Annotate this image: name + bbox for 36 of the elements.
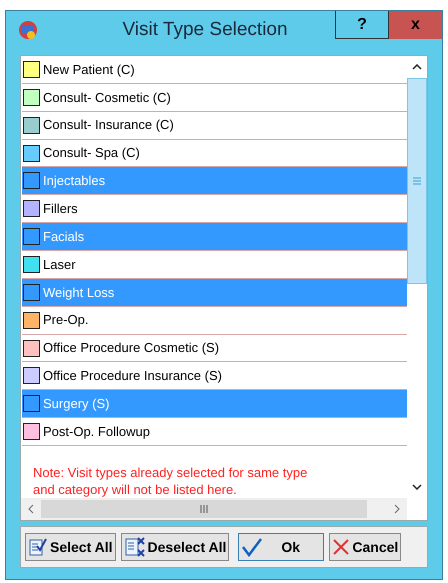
- visit-type-item[interactable]: Consult- Spa (C): [22, 140, 407, 168]
- item-label: Fillers: [43, 200, 78, 218]
- checklist-cross-icon: [124, 536, 146, 558]
- help-button[interactable]: ?: [335, 11, 389, 39]
- item-label: Consult- Insurance (C): [43, 116, 174, 134]
- dialog-button[interactable]: Ok: [238, 533, 324, 561]
- scroll-right-icon[interactable]: [394, 504, 400, 514]
- dialog-button[interactable]: Deselect All: [120, 533, 230, 561]
- checkmark-icon: [241, 537, 264, 557]
- item-label: New Patient (C): [43, 60, 135, 79]
- item-label: Post-Op. Followup: [43, 422, 150, 441]
- item-label: Injectables: [43, 172, 106, 190]
- scroll-thumb[interactable]: [407, 78, 427, 284]
- item-label: Consult- Cosmetic (C): [43, 88, 171, 107]
- app-logo-icon: [18, 20, 38, 40]
- visit-type-item[interactable]: Consult- Insurance (C): [22, 112, 407, 140]
- dialog-button[interactable]: Cancel: [329, 533, 402, 561]
- cross-icon: [332, 538, 350, 556]
- item-label: Consult- Spa (C): [43, 144, 140, 162]
- item-label: Facials: [43, 228, 84, 246]
- dialog-button[interactable]: Select All: [25, 533, 116, 561]
- item-label: Pre-Op.: [43, 311, 89, 330]
- item-label: Office Procedure Cosmetic (S): [43, 339, 220, 358]
- scroll-left-icon[interactable]: [28, 504, 34, 514]
- visit-type-item[interactable]: Pre-Op.: [22, 306, 407, 335]
- item-label: Office Procedure Insurance (S): [43, 367, 222, 386]
- item-label: Laser: [43, 256, 76, 274]
- visit-type-item[interactable]: Office Procedure Cosmetic (S): [22, 334, 407, 362]
- window-title: Visit Type Selection: [121, 18, 289, 42]
- scroll-thumb[interactable]: [41, 500, 367, 518]
- checklist-icon: [28, 537, 48, 557]
- item-label: Weight Loss: [43, 284, 114, 302]
- horizontal-scrollbar[interactable]: [21, 498, 407, 520]
- note-text: Note: Visit types already selected for same type and category will not be listed here.: [33, 464, 308, 498]
- close-button[interactable]: x: [389, 11, 442, 39]
- item-label: Surgery (S): [43, 394, 110, 413]
